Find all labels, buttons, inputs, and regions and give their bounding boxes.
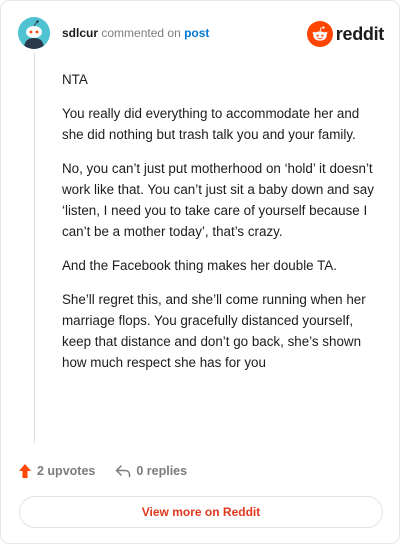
avatar[interactable] <box>18 17 50 49</box>
comment-header: sdlcur commented on post reddit <box>18 17 384 51</box>
reply-count: 0 replies <box>136 464 188 478</box>
comment-paragraph: NTA <box>62 72 88 87</box>
post-link[interactable]: post <box>184 26 209 40</box>
reddit-comment-card: sdlcur commented on post reddit NTA You … <box>0 0 400 544</box>
reddit-wordmark: reddit <box>335 23 385 44</box>
upvote-button[interactable]: 2 upvotes <box>18 463 95 479</box>
view-more-button[interactable]: View more on Reddit <box>19 496 383 528</box>
comment-paragraph: And the Facebook thing makes her double … <box>62 258 337 273</box>
commented-on-label: commented on <box>101 26 181 40</box>
thread-line <box>34 53 35 443</box>
comment-paragraph: You really did everything to accommodate… <box>62 106 360 142</box>
reply-button[interactable]: 0 replies <box>115 464 187 478</box>
comment-meta: sdlcur commented on post <box>62 26 209 40</box>
username[interactable]: sdlcur <box>62 26 98 40</box>
comment-paragraph: She’ll regret this, and she’ll come runn… <box>62 292 366 370</box>
snoo-avatar-icon <box>18 17 50 49</box>
comment-paragraph: No, you can’t just put motherhood on ‘ho… <box>62 161 374 239</box>
reddit-brand[interactable]: reddit <box>306 20 385 48</box>
reply-arrow-icon <box>115 464 131 478</box>
comment-body: NTA You really did everything to accommo… <box>62 69 378 386</box>
upvote-count: 2 upvotes <box>37 464 96 478</box>
comment-actions: 2 upvotes 0 replies <box>18 461 187 481</box>
upvote-arrow-icon <box>18 463 32 479</box>
reddit-alien-icon <box>306 21 333 47</box>
